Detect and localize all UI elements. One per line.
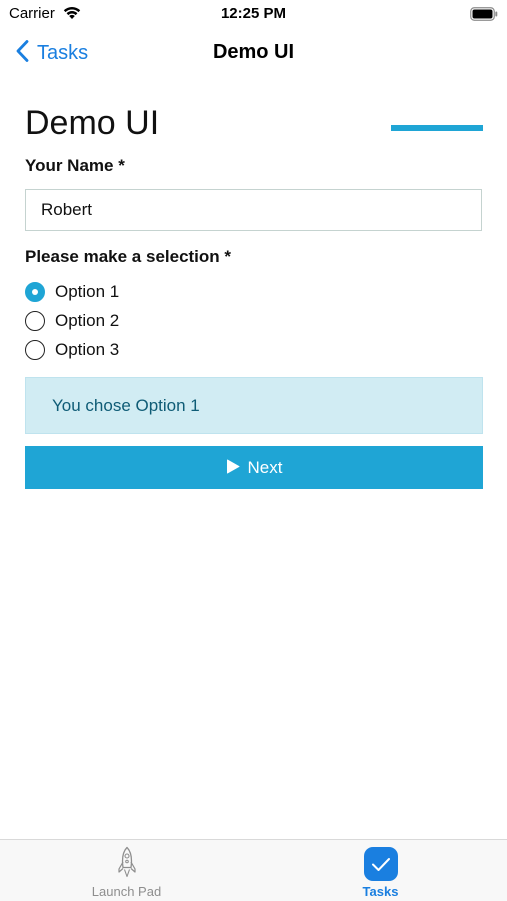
radio-option-label: Option 1 <box>55 282 120 301</box>
checkmark-icon <box>363 847 398 881</box>
radio-option-label: Option 3 <box>55 340 120 359</box>
selection-label: Please make a selection * <box>25 247 232 266</box>
navigation-bar: Tasks Demo UI <box>0 30 507 76</box>
status-bar: Carrier 12:25 PM <box>0 0 507 30</box>
radio-button[interactable] <box>25 340 45 360</box>
tab-launch-pad[interactable]: Launch Pad <box>0 840 253 901</box>
battery-icon <box>470 7 498 26</box>
tab-bar: Launch Pad Tasks <box>0 839 507 901</box>
radio-button-selected[interactable] <box>25 282 45 302</box>
play-icon <box>226 459 240 477</box>
next-button[interactable]: Next <box>25 446 483 489</box>
selection-result-text: You chose Option 1 <box>52 395 200 415</box>
radio-option-2[interactable]: Option 2 <box>25 308 119 334</box>
next-button-label: Next <box>247 457 283 477</box>
page-title: Demo UI <box>25 104 160 142</box>
radio-button[interactable] <box>25 311 45 331</box>
clock-time: 12:25 PM <box>220 5 287 22</box>
tab-tasks[interactable]: Tasks <box>254 840 507 901</box>
tab-label-launch-pad: Launch Pad <box>91 884 162 899</box>
nav-title: Demo UI <box>212 41 295 63</box>
name-input[interactable] <box>25 189 482 231</box>
radio-option-1[interactable]: Option 1 <box>25 279 119 305</box>
selection-result-box: You chose Option 1 <box>25 377 483 434</box>
rocket-icon <box>116 846 138 885</box>
tab-label-tasks: Tasks <box>362 884 399 899</box>
name-field-label: Your Name * <box>25 156 125 175</box>
radio-option-3[interactable]: Option 3 <box>25 337 119 363</box>
title-accent-bar <box>391 125 483 131</box>
radio-option-label: Option 2 <box>55 311 120 330</box>
